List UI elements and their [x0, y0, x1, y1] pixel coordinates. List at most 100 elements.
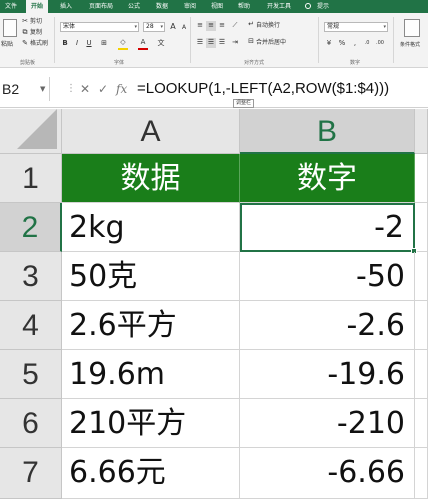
fill-color-icon[interactable]: ◇: [118, 38, 128, 48]
more-dots-icon[interactable]: ⋮: [66, 77, 76, 101]
cell-a5[interactable]: 19.6m: [62, 350, 240, 399]
number-format-select[interactable]: 常规 ▾: [324, 22, 388, 32]
align-center-icon[interactable]: ☰: [206, 38, 216, 48]
conditional-format-icon[interactable]: [404, 19, 420, 37]
wrap-text-icon[interactable]: ↵: [246, 20, 256, 30]
cancel-icon[interactable]: ✕: [80, 77, 90, 101]
phonetic-icon[interactable]: 文: [156, 39, 166, 49]
cell-c3[interactable]: [415, 252, 428, 301]
merge-center-button[interactable]: 合并后居中: [256, 39, 286, 47]
cell-a2[interactable]: 2kg: [62, 203, 240, 252]
formula-bar: B2 ▼ ⋮ ✕ ✓ fx =LOOKUP(1,-LEFT(A2,ROW($1:…: [0, 68, 428, 108]
cell-b3[interactable]: -50: [240, 252, 415, 301]
currency-icon[interactable]: ¥: [324, 39, 334, 49]
tab-page-layout[interactable]: 页面布局: [84, 0, 118, 13]
cell-a3[interactable]: 50克: [62, 252, 240, 301]
align-middle-icon[interactable]: ≡: [206, 21, 216, 31]
wrap-text-button[interactable]: 自动换行: [256, 22, 280, 30]
cell-c5[interactable]: [415, 350, 428, 399]
tab-data[interactable]: 数据: [152, 0, 172, 13]
number-group-label: 数字: [350, 60, 361, 66]
cell-c2[interactable]: [415, 203, 428, 252]
chevron-down-icon: ▾: [383, 24, 386, 30]
row-header-2[interactable]: 2: [0, 203, 62, 252]
underline-button[interactable]: U: [84, 39, 94, 49]
cell-b6[interactable]: -210: [240, 399, 415, 448]
cell-b2[interactable]: -2: [240, 203, 415, 252]
format-painter-icon[interactable]: ✎: [20, 39, 30, 49]
column-header-c[interactable]: [415, 109, 428, 154]
font-size-select[interactable]: 28 ▾: [143, 22, 165, 32]
tab-review[interactable]: 审阅: [180, 0, 200, 13]
column-header-a[interactable]: A: [62, 109, 240, 154]
cell-c1[interactable]: [415, 154, 428, 203]
cell-a7[interactable]: 6.66元: [62, 448, 240, 499]
cell-c4[interactable]: [415, 301, 428, 350]
indent-icon[interactable]: ⇥: [230, 38, 240, 48]
ribbon-tab-bar: 文件 开始 插入 页面布局 公式 数据 审阅 视图 帮助 开发工具 提示: [0, 0, 428, 13]
copy-button[interactable]: 复制: [30, 29, 42, 37]
column-header-b[interactable]: B: [240, 109, 415, 154]
cell-b4[interactable]: -2.6: [240, 301, 415, 350]
row-header-6[interactable]: 6: [0, 399, 62, 448]
decrease-decimal-icon[interactable]: .00: [375, 39, 385, 49]
grow-font-button[interactable]: A: [168, 22, 178, 32]
paste-button[interactable]: 粘贴: [1, 41, 13, 49]
ribbon-divider: [318, 17, 319, 63]
row-header-3[interactable]: 3: [0, 252, 62, 301]
cell-a1[interactable]: 数据: [62, 154, 240, 203]
tab-help[interactable]: 帮助: [234, 0, 254, 13]
row-header-5[interactable]: 5: [0, 350, 62, 399]
tab-tell-me[interactable]: 提示: [314, 0, 332, 13]
percent-icon[interactable]: %: [337, 39, 347, 49]
tab-home[interactable]: 开始: [26, 0, 48, 13]
cell-b1[interactable]: 数字: [240, 154, 415, 203]
font-name-select[interactable]: 宋体 ▾: [60, 22, 139, 32]
formula-input[interactable]: =LOOKUP(1,-LEFT(A2,ROW($1:$4))): [137, 77, 389, 101]
comma-icon[interactable]: ,: [350, 39, 360, 49]
cell-c7[interactable]: [415, 448, 428, 499]
spreadsheet-grid: A B 1 数据 数字 2 2kg -2 3 50克 -50 4 2.6平方 -…: [0, 109, 428, 499]
align-right-icon[interactable]: ☰: [217, 38, 227, 48]
copy-icon[interactable]: ⧉: [20, 28, 30, 38]
tab-view[interactable]: 视图: [207, 0, 227, 13]
align-bottom-icon[interactable]: ≡: [217, 21, 227, 31]
format-painter-button[interactable]: 格式刷: [30, 40, 48, 48]
tab-formulas[interactable]: 公式: [124, 0, 144, 13]
resize-tooltip: 调整栏: [233, 99, 255, 108]
borders-icon[interactable]: ⊞: [99, 39, 109, 49]
row-header-1[interactable]: 1: [0, 154, 62, 203]
tab-developer[interactable]: 开发工具: [262, 0, 296, 13]
tab-file[interactable]: 文件: [0, 0, 22, 13]
row-header-7[interactable]: 7: [0, 448, 62, 499]
increase-decimal-icon[interactable]: .0: [362, 39, 372, 49]
cell-b7[interactable]: -6.66: [240, 448, 415, 499]
ribbon-divider: [393, 17, 394, 63]
paste-icon[interactable]: [3, 19, 17, 37]
function-icon[interactable]: fx: [116, 77, 127, 101]
ribbon: 粘贴 ✂ 剪切 ⧉ 复制 ✎ 格式刷 剪贴板 宋体 ▾ 28 ▾ A A B I…: [0, 13, 428, 68]
cell-a4[interactable]: 2.6平方: [62, 301, 240, 350]
row-header-4[interactable]: 4: [0, 301, 62, 350]
shrink-font-button[interactable]: A: [179, 23, 189, 33]
bold-button[interactable]: B: [60, 39, 70, 49]
italic-button[interactable]: I: [72, 39, 82, 49]
enter-icon[interactable]: ✓: [98, 77, 108, 101]
merge-center-icon[interactable]: ⊟: [246, 37, 256, 47]
font-color-icon[interactable]: A: [138, 38, 148, 48]
select-all-button[interactable]: [0, 109, 62, 154]
align-left-icon[interactable]: ☰: [195, 38, 205, 48]
tab-insert[interactable]: 插入: [56, 0, 76, 13]
ribbon-divider: [54, 17, 55, 63]
cell-b5[interactable]: -19.6: [240, 350, 415, 399]
search-icon[interactable]: [305, 3, 311, 9]
cell-a6[interactable]: 210平方: [62, 399, 240, 448]
chevron-down-icon[interactable]: ▼: [40, 77, 45, 101]
cut-icon[interactable]: ✂: [20, 17, 30, 27]
cell-c6[interactable]: [415, 399, 428, 448]
align-top-icon[interactable]: ≡: [195, 21, 205, 31]
cut-button[interactable]: 剪切: [30, 18, 42, 26]
orientation-icon[interactable]: ⟋: [230, 21, 240, 31]
font-color-swatch: [138, 48, 148, 50]
conditional-format-button[interactable]: 条件格式: [400, 41, 420, 49]
